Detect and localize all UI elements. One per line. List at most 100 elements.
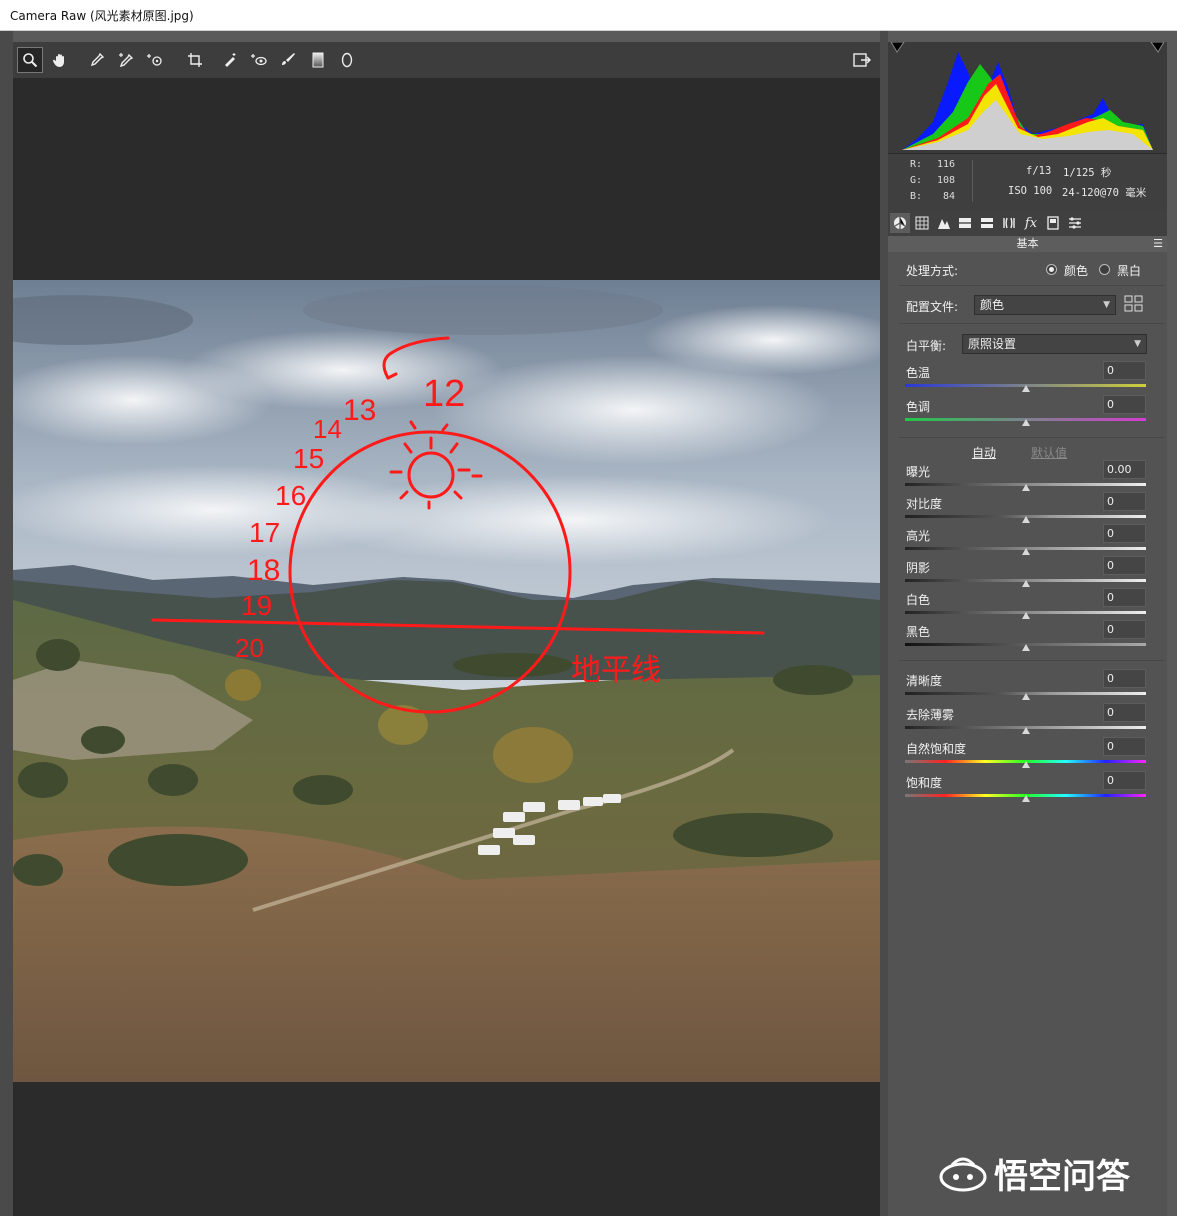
adjustment-brush-icon[interactable]	[275, 47, 301, 73]
slider-thumb[interactable]	[1022, 484, 1030, 491]
slider-label: 色温	[906, 366, 931, 380]
watermark: 悟空问答	[938, 1148, 1130, 1198]
targeted-adjustment-icon[interactable]	[142, 47, 168, 73]
radial-filter-icon[interactable]	[334, 47, 360, 73]
camera-calibration-icon[interactable]	[1043, 213, 1063, 233]
slider-thumb[interactable]	[1022, 385, 1030, 392]
chevron-down-icon: ▼	[1134, 339, 1141, 349]
basic-icon[interactable]	[890, 213, 910, 233]
slider-thumb[interactable]	[1022, 580, 1030, 587]
slider-value-field[interactable]: 0	[1103, 361, 1146, 380]
rgb-exif-readout: R: 116 G: 108 B: 84 f/13 1/125 秒 ISO 100…	[888, 154, 1167, 210]
spot-removal-icon[interactable]	[217, 47, 243, 73]
treatment-bw-label: 黑白	[1117, 264, 1142, 278]
canvas-background-top	[13, 78, 880, 280]
svg-text:12: 12	[423, 373, 465, 415]
section-title: 基本	[1016, 237, 1039, 250]
slider-thumb[interactable]	[1022, 612, 1030, 619]
slider-value-field[interactable]: 0	[1103, 737, 1146, 756]
white-balance-eyedropper-icon[interactable]	[84, 47, 110, 73]
treatment-label: 处理方式:	[906, 264, 959, 278]
slider-label: 阴影	[906, 561, 931, 575]
hsl-icon[interactable]	[955, 213, 975, 233]
lens-corrections-icon[interactable]	[999, 213, 1019, 233]
svg-text:14: 14	[313, 414, 342, 444]
title-bar: Camera Raw (风光素材原图.jpg)	[0, 0, 1177, 31]
slider-thumb[interactable]	[1022, 795, 1030, 802]
histogram	[888, 41, 1167, 154]
slider-thumb[interactable]	[1022, 644, 1030, 651]
crop-icon[interactable]	[182, 47, 208, 73]
tone-curve-icon[interactable]	[912, 213, 932, 233]
shutter-speed: 1/125 秒	[1063, 167, 1112, 179]
slider-value-field[interactable]: 0.00	[1103, 460, 1146, 479]
slider-label: 对比度	[906, 497, 943, 511]
slider-label: 色调	[906, 400, 931, 414]
svg-text:20: 20	[235, 633, 264, 663]
watermark-text: 悟空问答	[994, 1156, 1130, 1197]
slider-value-field[interactable]: 0	[1103, 588, 1146, 607]
r-value: 116	[937, 159, 956, 170]
iso: ISO 100	[1008, 185, 1053, 197]
split-toning-icon[interactable]	[977, 213, 997, 233]
adjustments-panel: R: 116 G: 108 B: 84 f/13 1/125 秒 ISO 100…	[888, 41, 1167, 1216]
slider-thumb[interactable]	[1022, 548, 1030, 555]
red-eye-icon[interactable]	[246, 47, 272, 73]
svg-text:19: 19	[241, 590, 272, 621]
slider-thumb[interactable]	[1022, 693, 1030, 700]
graduated-filter-icon[interactable]	[305, 47, 331, 73]
slider-value-field[interactable]: 0	[1103, 492, 1146, 511]
wukong-logo-icon	[939, 1157, 987, 1192]
slider-value-field[interactable]: 0	[1103, 771, 1146, 790]
effects-icon[interactable]: fx	[1021, 213, 1041, 233]
profile-browser-icon[interactable]	[1124, 295, 1144, 317]
chevron-down-icon: ▼	[1103, 300, 1110, 310]
white-balance-select[interactable]: 原照设置 ▼	[962, 334, 1147, 354]
detail-icon[interactable]	[934, 213, 954, 233]
divider	[899, 437, 1164, 438]
slider-thumb[interactable]	[1022, 516, 1030, 523]
tool-bar	[13, 42, 880, 78]
treatment-color-radio[interactable]	[1046, 264, 1057, 275]
slider-value-field[interactable]: 0	[1103, 703, 1146, 722]
slider-thumb[interactable]	[1022, 419, 1030, 426]
r-label: R:	[910, 159, 923, 170]
color-sampler-icon[interactable]	[113, 47, 139, 73]
left-edge	[0, 31, 13, 1216]
hand-icon[interactable]	[47, 47, 73, 73]
slider-value-field[interactable]: 0	[1103, 524, 1146, 543]
slider-label: 清晰度	[906, 674, 943, 688]
camera-raw-window: Camera Raw (风光素材原图.jpg) 12 13 14 15 16 1…	[0, 0, 1177, 1216]
divider	[899, 323, 1164, 324]
g-label: G:	[910, 175, 923, 186]
export-icon[interactable]	[849, 47, 875, 73]
photo-preview[interactable]: 12 13 14 15 16 17 18 19 20 地平线	[13, 280, 880, 1082]
treatment-color-label: 颜色	[1064, 264, 1089, 278]
svg-text:15: 15	[293, 443, 324, 474]
slider-thumb[interactable]	[1022, 727, 1030, 734]
slider-thumb[interactable]	[1022, 761, 1030, 768]
window-title: Camera Raw (风光素材原图.jpg)	[10, 9, 194, 23]
slider-label: 曝光	[906, 465, 931, 479]
profile-label: 配置文件:	[906, 300, 959, 314]
g-value: 108	[937, 175, 956, 186]
horizon-label: 地平线	[571, 654, 661, 687]
slider-value-field[interactable]: 0	[1103, 556, 1146, 575]
slider-label: 黑色	[906, 625, 931, 639]
svg-text:16: 16	[275, 480, 306, 511]
treatment-bw-radio[interactable]	[1099, 264, 1110, 275]
canvas-background-bottom	[13, 1082, 880, 1216]
zoom-icon[interactable]	[17, 47, 43, 73]
b-label: B:	[910, 191, 923, 202]
default-link[interactable]: 默认值	[1031, 444, 1067, 461]
slider-label: 饱和度	[906, 776, 943, 790]
auto-link[interactable]: 自动	[972, 444, 996, 461]
slider-value-field[interactable]: 0	[1103, 620, 1146, 639]
presets-icon[interactable]	[1065, 213, 1085, 233]
slider-label: 自然饱和度	[906, 742, 967, 756]
slider-value-field[interactable]: 0	[1103, 395, 1146, 414]
slider-value-field[interactable]: 0	[1103, 669, 1146, 688]
panel-menu-icon[interactable]: ☰	[1153, 236, 1163, 252]
slider-label: 白色	[906, 593, 931, 607]
profile-select[interactable]: 颜色 ▼	[974, 295, 1116, 315]
